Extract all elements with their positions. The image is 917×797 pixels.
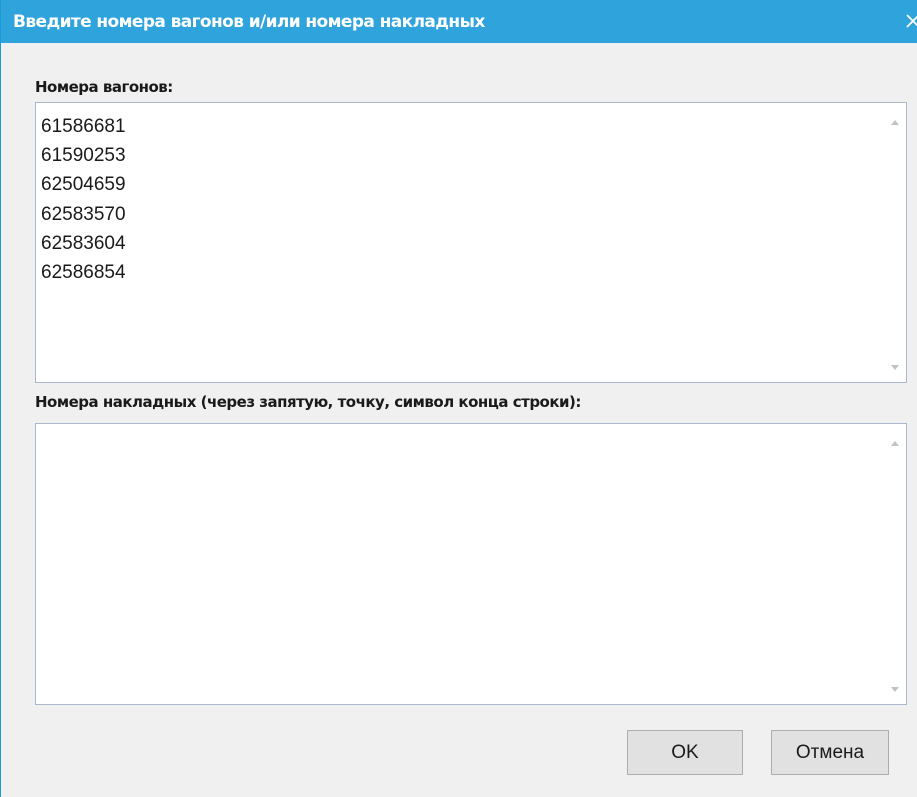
wagon-line: 62583604 (41, 232, 126, 254)
wagons-list: 61586681 61590253 62504659 62583570 6258… (41, 112, 876, 378)
close-icon[interactable] (904, 6, 917, 36)
wagon-line: 62586854 (41, 262, 126, 284)
wagon-line: 62583570 (41, 203, 126, 225)
title-bar[interactable]: Введите номера вагонов и/или номера накл… (1, 0, 917, 43)
cancel-button[interactable]: Отмена (771, 730, 889, 775)
wagons-textarea[interactable]: 61586681 61590253 62504659 62583570 6258… (35, 102, 907, 383)
invoices-scrollbar[interactable] (884, 424, 906, 704)
invoices-text (41, 433, 876, 700)
invoices-label: Номера накладных (через запятую, точку, … (35, 393, 581, 411)
dialog-window: Введите номера вагонов и/или номера накл… (0, 0, 917, 797)
wagon-line: 61590253 (41, 145, 126, 167)
scroll-down-arrow-icon[interactable] (884, 678, 906, 700)
ok-button[interactable]: OK (627, 730, 743, 775)
window-title: Введите номера вагонов и/или номера накл… (13, 12, 485, 32)
invoices-textarea[interactable] (35, 423, 907, 705)
wagon-line: 61586681 (41, 116, 126, 137)
scroll-up-arrow-icon[interactable] (884, 432, 906, 454)
scroll-down-arrow-icon[interactable] (884, 356, 906, 378)
scroll-up-arrow-icon[interactable] (884, 111, 906, 133)
wagon-line: 62504659 (41, 174, 126, 196)
wagons-scrollbar[interactable] (884, 103, 906, 382)
wagons-label: Номера вагонов: (35, 78, 173, 96)
